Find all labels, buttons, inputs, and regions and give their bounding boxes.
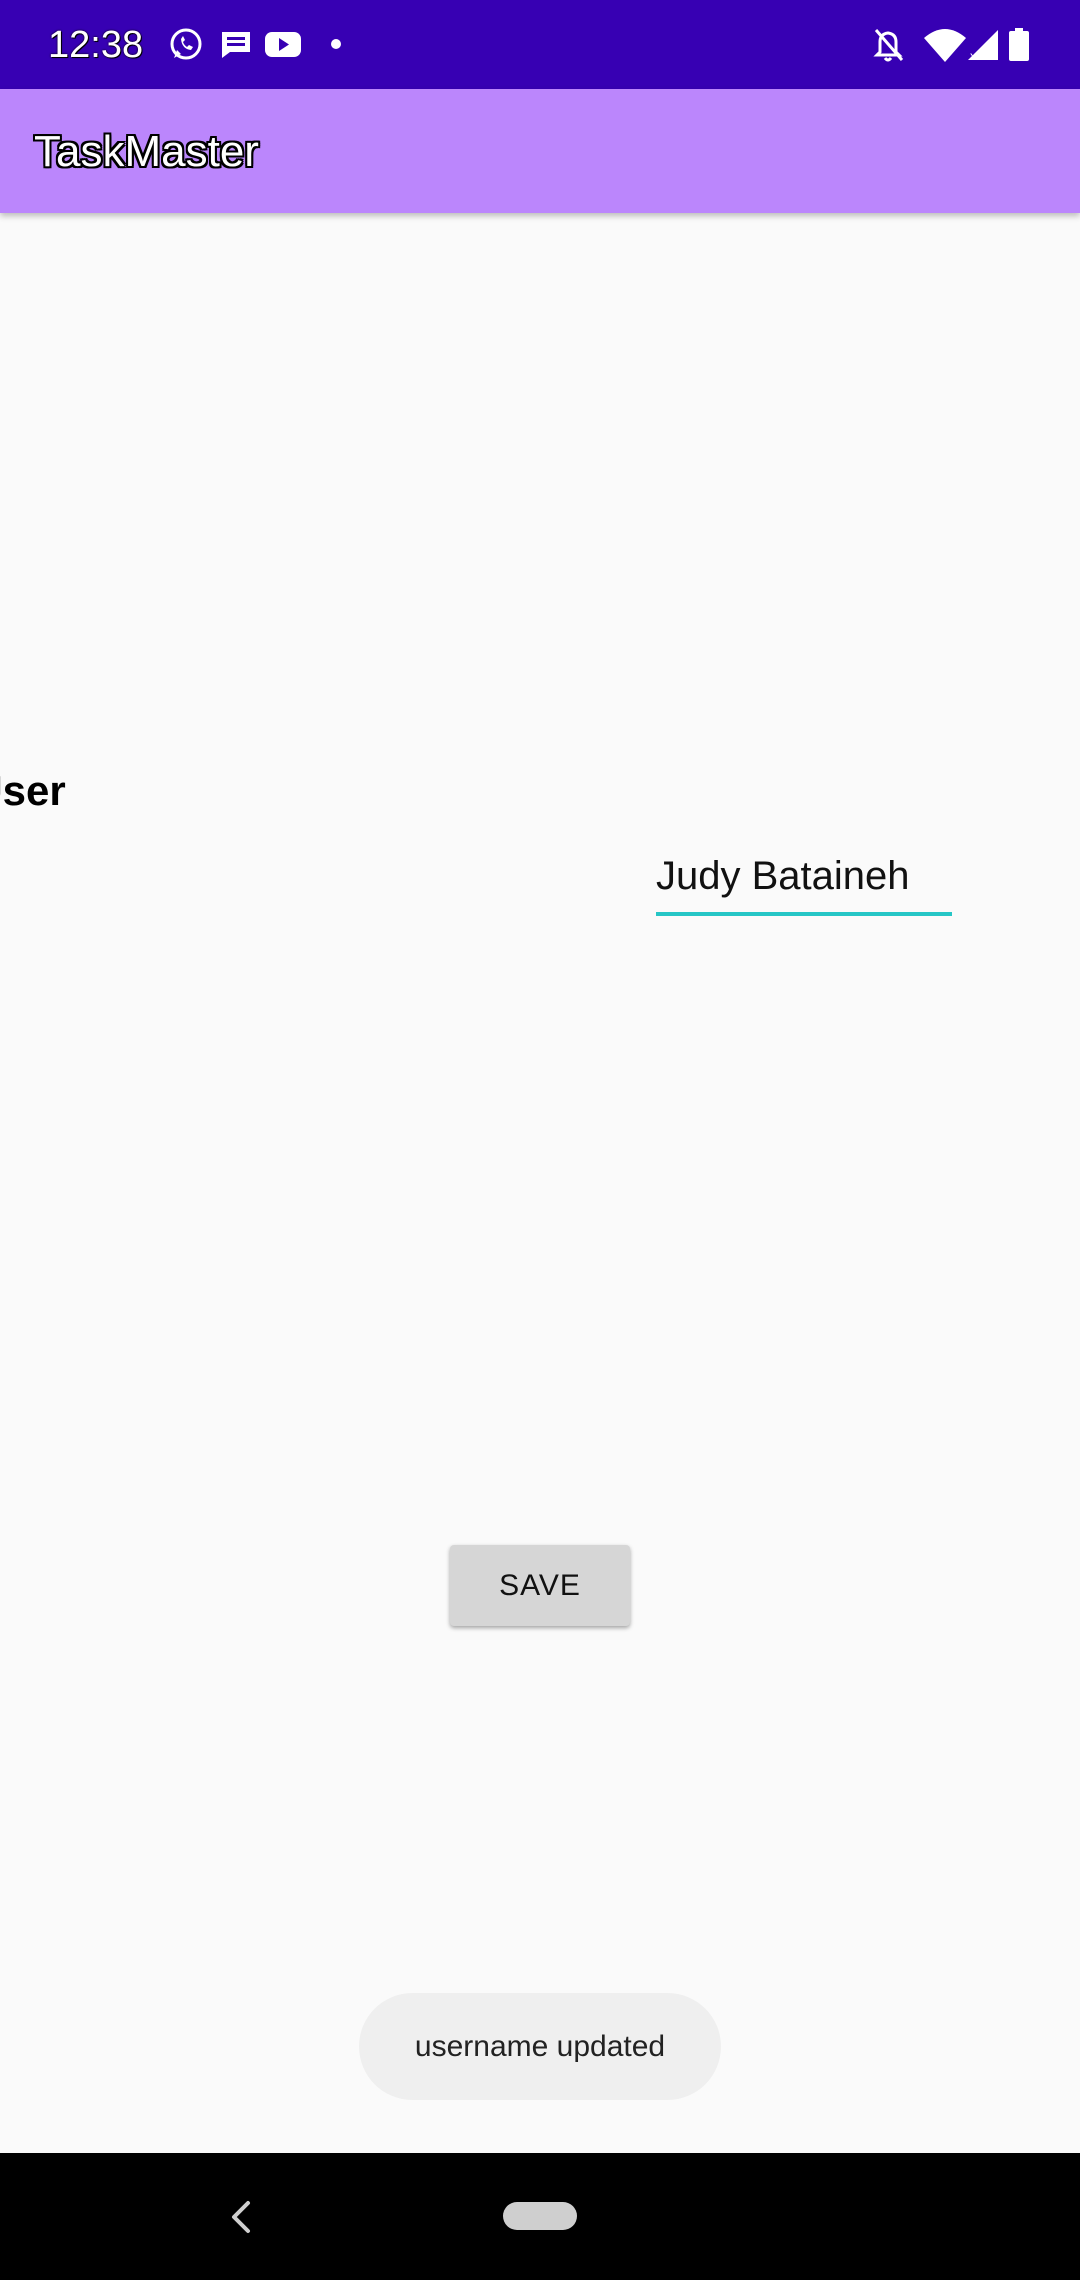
notification-dot-icon — [331, 39, 341, 49]
username-input[interactable] — [656, 840, 952, 912]
whatsapp-icon — [170, 28, 202, 60]
wifi-icon — [924, 29, 966, 62]
username-field[interactable] — [656, 840, 952, 916]
app-title: TaskMaster — [34, 127, 259, 176]
new-username-label: w User me — [0, 767, 66, 814]
app-bar: TaskMaster — [0, 89, 1080, 213]
battery-icon — [1009, 28, 1029, 61]
new-username-label-container: w User me — [0, 762, 300, 840]
svg-text:x: x — [970, 49, 976, 63]
youtube-icon — [265, 32, 301, 57]
notifications-off-icon — [873, 29, 904, 62]
save-button[interactable]: SAVE — [450, 1545, 630, 1626]
back-icon[interactable] — [222, 2193, 262, 2241]
signal-icon: x — [968, 30, 998, 63]
toast-text: username updated — [414, 2029, 666, 2063]
status-bar: 12:38 x — [0, 0, 1080, 89]
status-time: 12:38 — [48, 24, 144, 66]
navigation-bar — [0, 2153, 1080, 2280]
message-icon — [222, 32, 250, 58]
home-pill-icon[interactable] — [503, 2202, 577, 2230]
toast-message: username updated — [359, 1993, 721, 2100]
